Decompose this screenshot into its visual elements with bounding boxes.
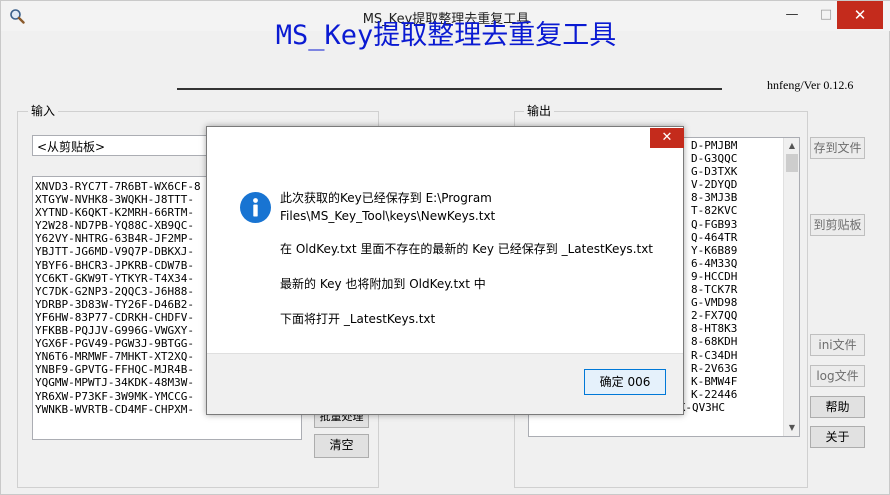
version-label: hnfeng/Ver 0.12.6: [767, 78, 854, 92]
output-group-label: 输出: [524, 102, 555, 119]
dialog-title-bar[interactable]: ✕: [207, 127, 684, 155]
ini-file-button[interactable]: ini文件: [810, 334, 865, 356]
dialog-message-line: 在 OldKey.txt 里面不存在的最新的 Key 已经保存到 _Latest…: [280, 242, 654, 256]
log-file-button[interactable]: log文件: [810, 365, 865, 387]
dialog-message-line: Files\MS_Key_Tool\keys\NewKeys.txt: [280, 209, 496, 223]
dialog-message-line: 此次获取的Key已经保存到 E:\Program: [280, 191, 492, 205]
help-button[interactable]: 帮助: [810, 396, 865, 418]
dialog-footer: 确定 006: [207, 353, 683, 414]
app-heading: MS_Key提取整理去重复工具: [275, 20, 617, 51]
scroll-up-arrow-icon[interactable]: ▲: [784, 138, 800, 154]
clear-button[interactable]: 清空: [314, 434, 369, 458]
dialog-message-line: 最新的 Key 也将附加到 OldKey.txt 中: [280, 277, 486, 291]
dialog-message-line: 下面将打开 _LatestKeys.txt: [280, 312, 436, 326]
to-clipboard-button[interactable]: 到剪贴板: [810, 214, 865, 236]
dialog-close-button[interactable]: ✕: [650, 128, 684, 148]
scroll-down-arrow-icon[interactable]: ▼: [784, 420, 800, 436]
input-group-label: 输入: [28, 102, 59, 119]
message-dialog: ✕ 此次获取的Key已经保存到 E:\Program Files\MS_Key_…: [206, 126, 684, 415]
output-scrollbar[interactable]: ▲ ▼: [783, 138, 799, 436]
dialog-body: 此次获取的Key已经保存到 E:\Program Files\MS_Key_To…: [207, 155, 683, 353]
about-button[interactable]: 关于: [810, 426, 865, 448]
scroll-thumb[interactable]: [786, 154, 798, 172]
save-to-file-button[interactable]: 存到文件: [810, 137, 865, 159]
heading-underline: [177, 88, 722, 90]
info-icon: [240, 192, 271, 223]
ok-button[interactable]: 确定 006: [584, 369, 666, 395]
